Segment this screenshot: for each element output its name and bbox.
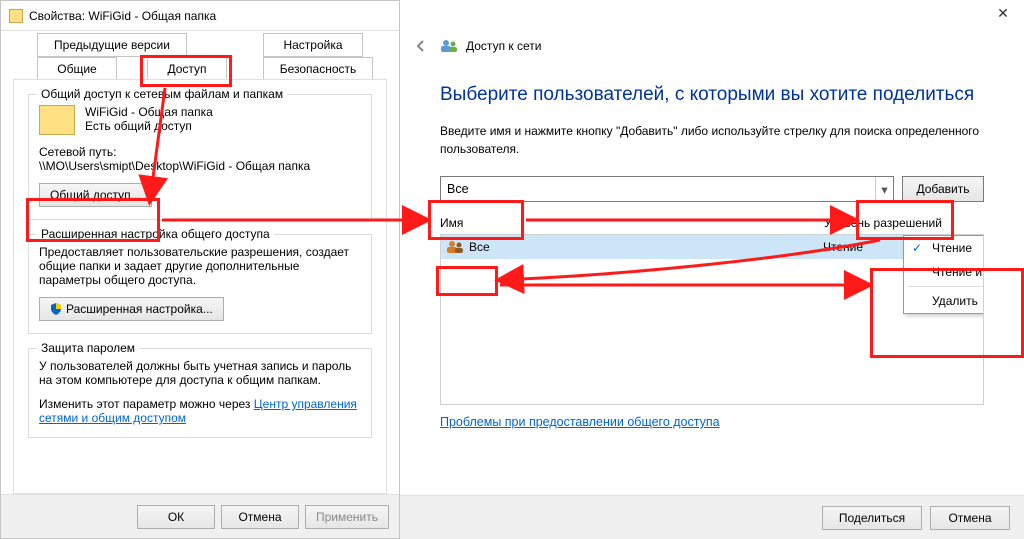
properties-window: Свойства: WiFiGid - Общая папка Предыдущ…: [0, 0, 400, 539]
properties-cancel-button[interactable]: Отмена: [221, 505, 299, 529]
netpath-value: \\MO\Users\smipt\Desktop\WiFiGid - Общая…: [39, 159, 361, 173]
troubleshoot-link[interactable]: Проблемы при предоставлении общего досту…: [440, 415, 984, 429]
share-group-legend: Общий доступ к сетевым файлам и папкам: [37, 87, 287, 101]
share-group: Общий доступ к сетевым файлам и папкам W…: [28, 94, 372, 220]
row-level: Чтение: [823, 240, 863, 254]
tab-general[interactable]: Общие: [37, 57, 117, 81]
ok-button[interactable]: ОК: [137, 505, 215, 529]
advanced-group-legend: Расширенная настройка общего доступа: [37, 227, 274, 241]
menu-readwrite[interactable]: Чтение и запись: [904, 260, 984, 284]
apply-button[interactable]: Применить: [305, 505, 389, 529]
password-group-legend: Защита паролем: [37, 341, 139, 355]
password-text: У пользователей должны быть учетная запи…: [39, 359, 361, 387]
combo-value: Все: [447, 182, 469, 196]
folder-icon: [9, 9, 23, 23]
share-instruction: Введите имя и нажмите кнопку "Добавить" …: [440, 122, 984, 158]
share-nav: Доступ к сети: [400, 28, 1024, 64]
share-footer: Поделиться Отмена: [400, 495, 1024, 539]
menu-read[interactable]: Чтение: [904, 236, 984, 260]
shield-icon: [50, 300, 62, 312]
user-combobox[interactable]: Все ▾: [440, 176, 894, 202]
tab-security[interactable]: Безопасность: [263, 57, 373, 81]
list-row[interactable]: Все Чтение ▼: [441, 235, 983, 259]
advanced-text: Предоставляет пользовательские разрешени…: [39, 245, 361, 287]
users-icon: [440, 39, 458, 53]
netpath-label: Сетевой путь:: [39, 145, 361, 159]
tab-settings[interactable]: Настройка: [263, 33, 363, 57]
col-name-header[interactable]: Имя: [440, 216, 824, 230]
advanced-group: Расширенная настройка общего доступа Пре…: [28, 234, 372, 334]
share-status: Есть общий доступ: [85, 119, 213, 133]
share-folder-icon: [39, 105, 75, 135]
back-icon[interactable]: [410, 35, 432, 57]
close-icon[interactable]: ✕: [990, 4, 1016, 24]
share-button[interactable]: Общий доступ...: [39, 183, 152, 207]
properties-titlebar[interactable]: Свойства: WiFiGid - Общая папка: [1, 1, 399, 31]
add-button[interactable]: Добавить: [902, 176, 984, 202]
properties-footer: ОК Отмена Применить: [1, 494, 399, 538]
group-icon: [447, 240, 463, 254]
properties-title: Свойства: WiFiGid - Общая папка: [29, 1, 216, 31]
chevron-down-icon[interactable]: ▾: [875, 177, 893, 201]
share-folder-name: WiFiGid - Общая папка: [85, 105, 213, 119]
share-window: ✕ Доступ к сети Выберите пользователей, …: [400, 0, 1024, 539]
advanced-settings-button[interactable]: Расширенная настройка...: [39, 297, 224, 321]
password-group: Защита паролем У пользователей должны бы…: [28, 348, 372, 438]
menu-delete[interactable]: Удалить: [904, 289, 984, 313]
share-heading: Выберите пользователей, с которыми вы хо…: [440, 84, 984, 106]
share-cancel-button[interactable]: Отмена: [930, 506, 1010, 530]
share-submit-button[interactable]: Поделиться: [822, 506, 922, 530]
menu-separator: [908, 286, 984, 287]
advanced-button-label: Расширенная настройка...: [66, 302, 213, 316]
users-listbox: Все Чтение ▼ Чтение Чтение и запись Удал…: [440, 235, 984, 405]
password-change-prefix: Изменить этот параметр можно через: [39, 397, 254, 411]
tab-previous-versions[interactable]: Предыдущие версии: [37, 33, 187, 57]
permission-menu: Чтение Чтение и запись Удалить: [903, 235, 984, 314]
col-level-header[interactable]: Уровень разрешений: [824, 216, 984, 230]
share-nav-label: Доступ к сети: [466, 39, 541, 53]
tab-access[interactable]: Доступ: [147, 57, 227, 81]
row-user-name: Все: [469, 240, 490, 254]
